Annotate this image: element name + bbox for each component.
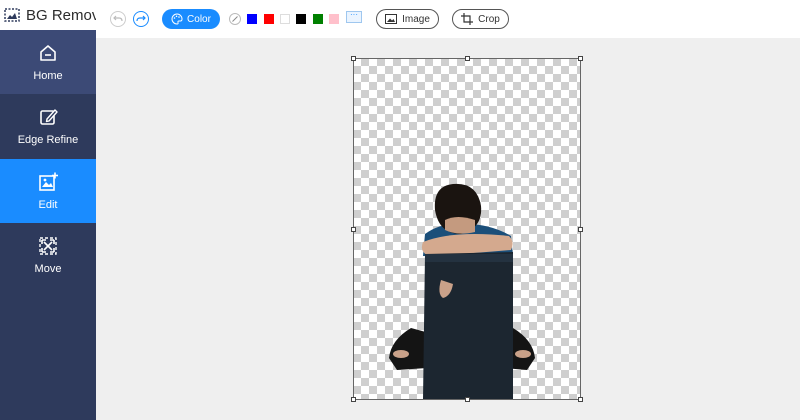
undo-button[interactable] <box>110 11 126 27</box>
bg-remover-logo-icon <box>4 7 20 23</box>
image-button-label: Image <box>402 13 430 25</box>
app-brand: BG Remover <box>0 0 113 30</box>
resize-handle-left[interactable] <box>351 227 356 232</box>
sidebar-item-label: Edge Refine <box>17 134 79 146</box>
resize-handle-bottom-right[interactable] <box>578 397 583 402</box>
palette-icon <box>171 13 183 25</box>
undo-icon <box>113 14 123 24</box>
selection-frame <box>353 58 581 400</box>
sidebar-item-label: Move <box>34 263 62 275</box>
image-icon <box>385 14 398 24</box>
resize-handle-top-right[interactable] <box>578 56 583 61</box>
swatch-blue[interactable] <box>247 14 257 24</box>
move-icon <box>37 235 59 257</box>
redo-icon <box>136 14 146 24</box>
home-icon <box>37 42 59 64</box>
crop-button[interactable]: Crop <box>452 9 509 29</box>
resize-handle-right[interactable] <box>578 227 583 232</box>
sidebar-item-edge-refine[interactable]: Edge Refine <box>0 94 96 158</box>
resize-handle-top[interactable] <box>465 56 470 61</box>
swatch-green[interactable] <box>313 14 323 24</box>
edit-image-icon <box>37 171 59 193</box>
crop-button-label: Crop <box>478 13 500 25</box>
swatch-pink[interactable] <box>329 14 339 24</box>
resize-handle-top-left[interactable] <box>351 56 356 61</box>
swatch-black[interactable] <box>296 14 306 24</box>
swatch-none[interactable] <box>229 13 241 25</box>
sidebar-item-label: Edit <box>38 199 58 211</box>
sidebar-item-move[interactable]: Move <box>0 223 96 287</box>
image-button[interactable]: Image <box>376 9 439 29</box>
color-button-label: Color <box>187 13 211 25</box>
redo-button[interactable] <box>133 11 149 27</box>
more-colors-button[interactable]: ··· <box>346 11 362 23</box>
swatch-red[interactable] <box>264 14 274 24</box>
resize-handle-bottom-left[interactable] <box>351 397 356 402</box>
sidebar-item-label: Home <box>33 70 63 82</box>
edge-refine-icon <box>37 106 59 128</box>
resize-handle-bottom[interactable] <box>465 397 470 402</box>
sidebar-item-edit[interactable]: Edit <box>0 159 96 223</box>
swatch-white[interactable] <box>280 14 290 24</box>
crop-icon <box>461 13 474 25</box>
sidebar-item-home[interactable]: Home <box>0 30 96 94</box>
sidebar: BG Remover Home Edge Refine Edit Move <box>0 0 113 420</box>
color-button[interactable]: Color <box>162 9 220 29</box>
top-toolbar: Color ··· Image Crop <box>96 0 800 38</box>
